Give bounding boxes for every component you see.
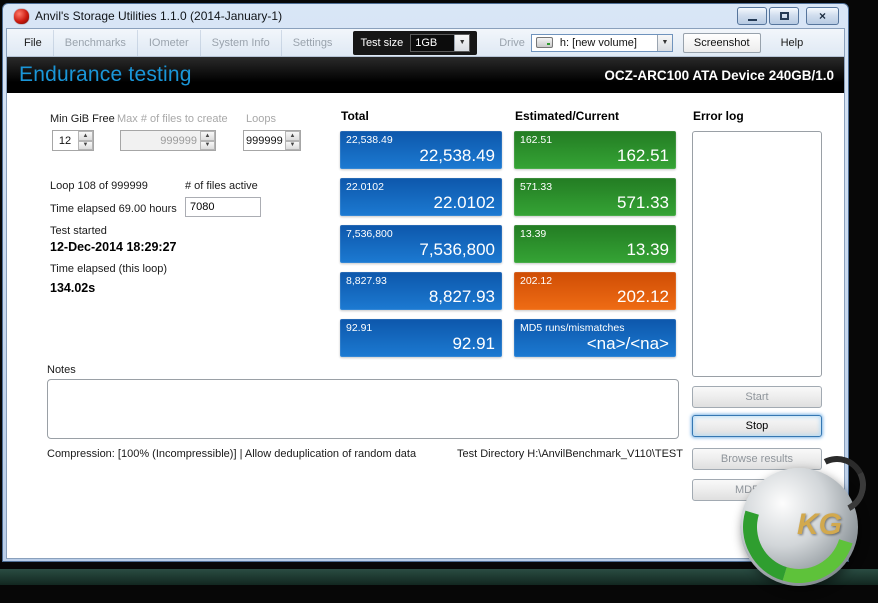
files-active-input[interactable] — [185, 197, 261, 217]
metric-tile: 8,827.93 8,827.93 — [340, 272, 502, 310]
window-controls: × — [737, 7, 839, 25]
metric-tile: 162.51 162.51 — [514, 131, 676, 169]
spinner-down-icon[interactable]: ▼ — [285, 141, 300, 151]
metric-tile: 13.39 13.39 — [514, 225, 676, 263]
kitguru-kg-text: KG — [797, 508, 842, 542]
device-name: OCZ-ARC100 ATA Device 240GB/1.0 — [604, 68, 834, 83]
menu-iometer[interactable]: IOmeter — [138, 30, 201, 56]
stop-button[interactable]: Stop — [692, 415, 822, 437]
time-elapsed: Time elapsed 69.00 hours — [50, 203, 177, 215]
compression-info: Compression: [100% (Incompressible)] | A… — [47, 448, 416, 460]
loop-time-label: Time elapsed (this loop) — [50, 263, 167, 275]
chevron-down-icon[interactable]: ▼ — [657, 35, 672, 51]
browse-results-button[interactable]: Browse results — [692, 448, 822, 470]
kitguru-watermark: KG — [740, 468, 858, 586]
menu-file[interactable]: File — [13, 30, 54, 56]
metric-tile: 7,536,800 7,536,800 — [340, 225, 502, 263]
metric-tile: 202.12 202.12 — [514, 272, 676, 310]
header-band: Endurance testing OCZ-ARC100 ATA Device … — [7, 57, 844, 93]
menu-help[interactable]: Help — [773, 30, 812, 56]
total-header: Total — [341, 109, 502, 123]
metric-tile: 571.33 571.33 — [514, 178, 676, 216]
menu-settings[interactable]: Settings — [282, 30, 344, 56]
total-column: Total 22,538.49 22,538.49 22.0102 22.010… — [340, 109, 502, 366]
maximize-icon — [780, 12, 789, 20]
minimize-icon — [748, 19, 757, 21]
test-started-value: 12-Dec-2014 18:29:27 — [50, 240, 176, 254]
menubar: File Benchmarks IOmeter System Info Sett… — [7, 29, 844, 57]
min-gib-free-spinner[interactable]: 12 ▲▼ — [52, 130, 94, 151]
app-icon — [14, 9, 29, 24]
spinner-up-icon: ▲ — [200, 131, 215, 141]
loop-progress: Loop 108 of 999999 — [50, 180, 148, 192]
window-body: File Benchmarks IOmeter System Info Sett… — [6, 28, 845, 559]
endurance-panel: Min GiB Free Max # of files to create Lo… — [7, 93, 844, 557]
menu-system-info[interactable]: System Info — [201, 30, 282, 56]
test-size-label: Test size — [360, 37, 403, 49]
max-files-value: 999999 — [121, 131, 200, 150]
notes-label: Notes — [47, 364, 76, 376]
test-directory: Test Directory H:\AnvilBenchmark_V110\TE… — [457, 448, 679, 460]
drive-value: h: [new volume] — [556, 37, 657, 49]
minimize-button[interactable] — [737, 7, 767, 25]
drive-icon — [536, 37, 553, 48]
estimated-column: Estimated/Current 162.51 162.51 571.33 5… — [514, 109, 676, 366]
files-active-label: # of files active — [185, 180, 258, 192]
metric-tile: 22,538.49 22,538.49 — [340, 131, 502, 169]
spinner-up-icon[interactable]: ▲ — [78, 131, 93, 141]
spinner-down-icon[interactable]: ▼ — [78, 141, 93, 151]
spinner-down-icon: ▼ — [200, 141, 215, 151]
notes-textarea[interactable] — [47, 379, 679, 439]
chevron-down-icon[interactable]: ▼ — [454, 35, 469, 51]
metric-tile: 22.0102 22.0102 — [340, 178, 502, 216]
window-title: Anvil's Storage Utilities 1.1.0 (2014-Ja… — [35, 9, 737, 23]
screenshot-button[interactable]: Screenshot — [683, 33, 761, 53]
md5-tile: MD5 runs/mismatches <na>/<na> — [514, 319, 676, 357]
loop-time-value: 134.02s — [50, 281, 95, 295]
page-bottom-bar — [0, 569, 878, 585]
test-size-value: 1GB — [411, 37, 454, 49]
drive-select[interactable]: h: [new volume] ▼ — [531, 34, 673, 52]
metric-tile: 92.91 92.91 — [340, 319, 502, 357]
drive-label: Drive — [499, 37, 525, 49]
test-started-label: Test started — [50, 225, 107, 237]
titlebar[interactable]: Anvil's Storage Utilities 1.1.0 (2014-Ja… — [6, 4, 845, 28]
min-gib-free-value: 12 — [53, 131, 78, 150]
spinner-up-icon[interactable]: ▲ — [285, 131, 300, 141]
loops-spinner[interactable]: 999999 ▲▼ — [243, 130, 301, 151]
loops-value: 999999 — [244, 131, 285, 150]
test-size-panel: Test size 1GB ▼ — [353, 31, 477, 55]
maximize-button[interactable] — [769, 7, 799, 25]
start-button[interactable]: Start — [692, 386, 822, 408]
error-log-column: Error log — [692, 109, 822, 377]
menu-benchmarks[interactable]: Benchmarks — [54, 30, 138, 56]
max-files-label: Max # of files to create — [117, 113, 228, 125]
min-gib-free-label: Min GiB Free — [50, 113, 115, 125]
estimated-header: Estimated/Current — [515, 109, 676, 123]
max-files-spinner: 999999 ▲▼ — [120, 130, 216, 151]
error-log-box — [692, 131, 822, 377]
close-button[interactable]: × — [806, 7, 839, 25]
loops-label: Loops — [246, 113, 276, 125]
page-title: Endurance testing — [19, 63, 192, 87]
error-log-header: Error log — [693, 109, 822, 123]
app-window: Anvil's Storage Utilities 1.1.0 (2014-Ja… — [2, 3, 849, 562]
test-size-select[interactable]: 1GB ▼ — [410, 34, 470, 52]
